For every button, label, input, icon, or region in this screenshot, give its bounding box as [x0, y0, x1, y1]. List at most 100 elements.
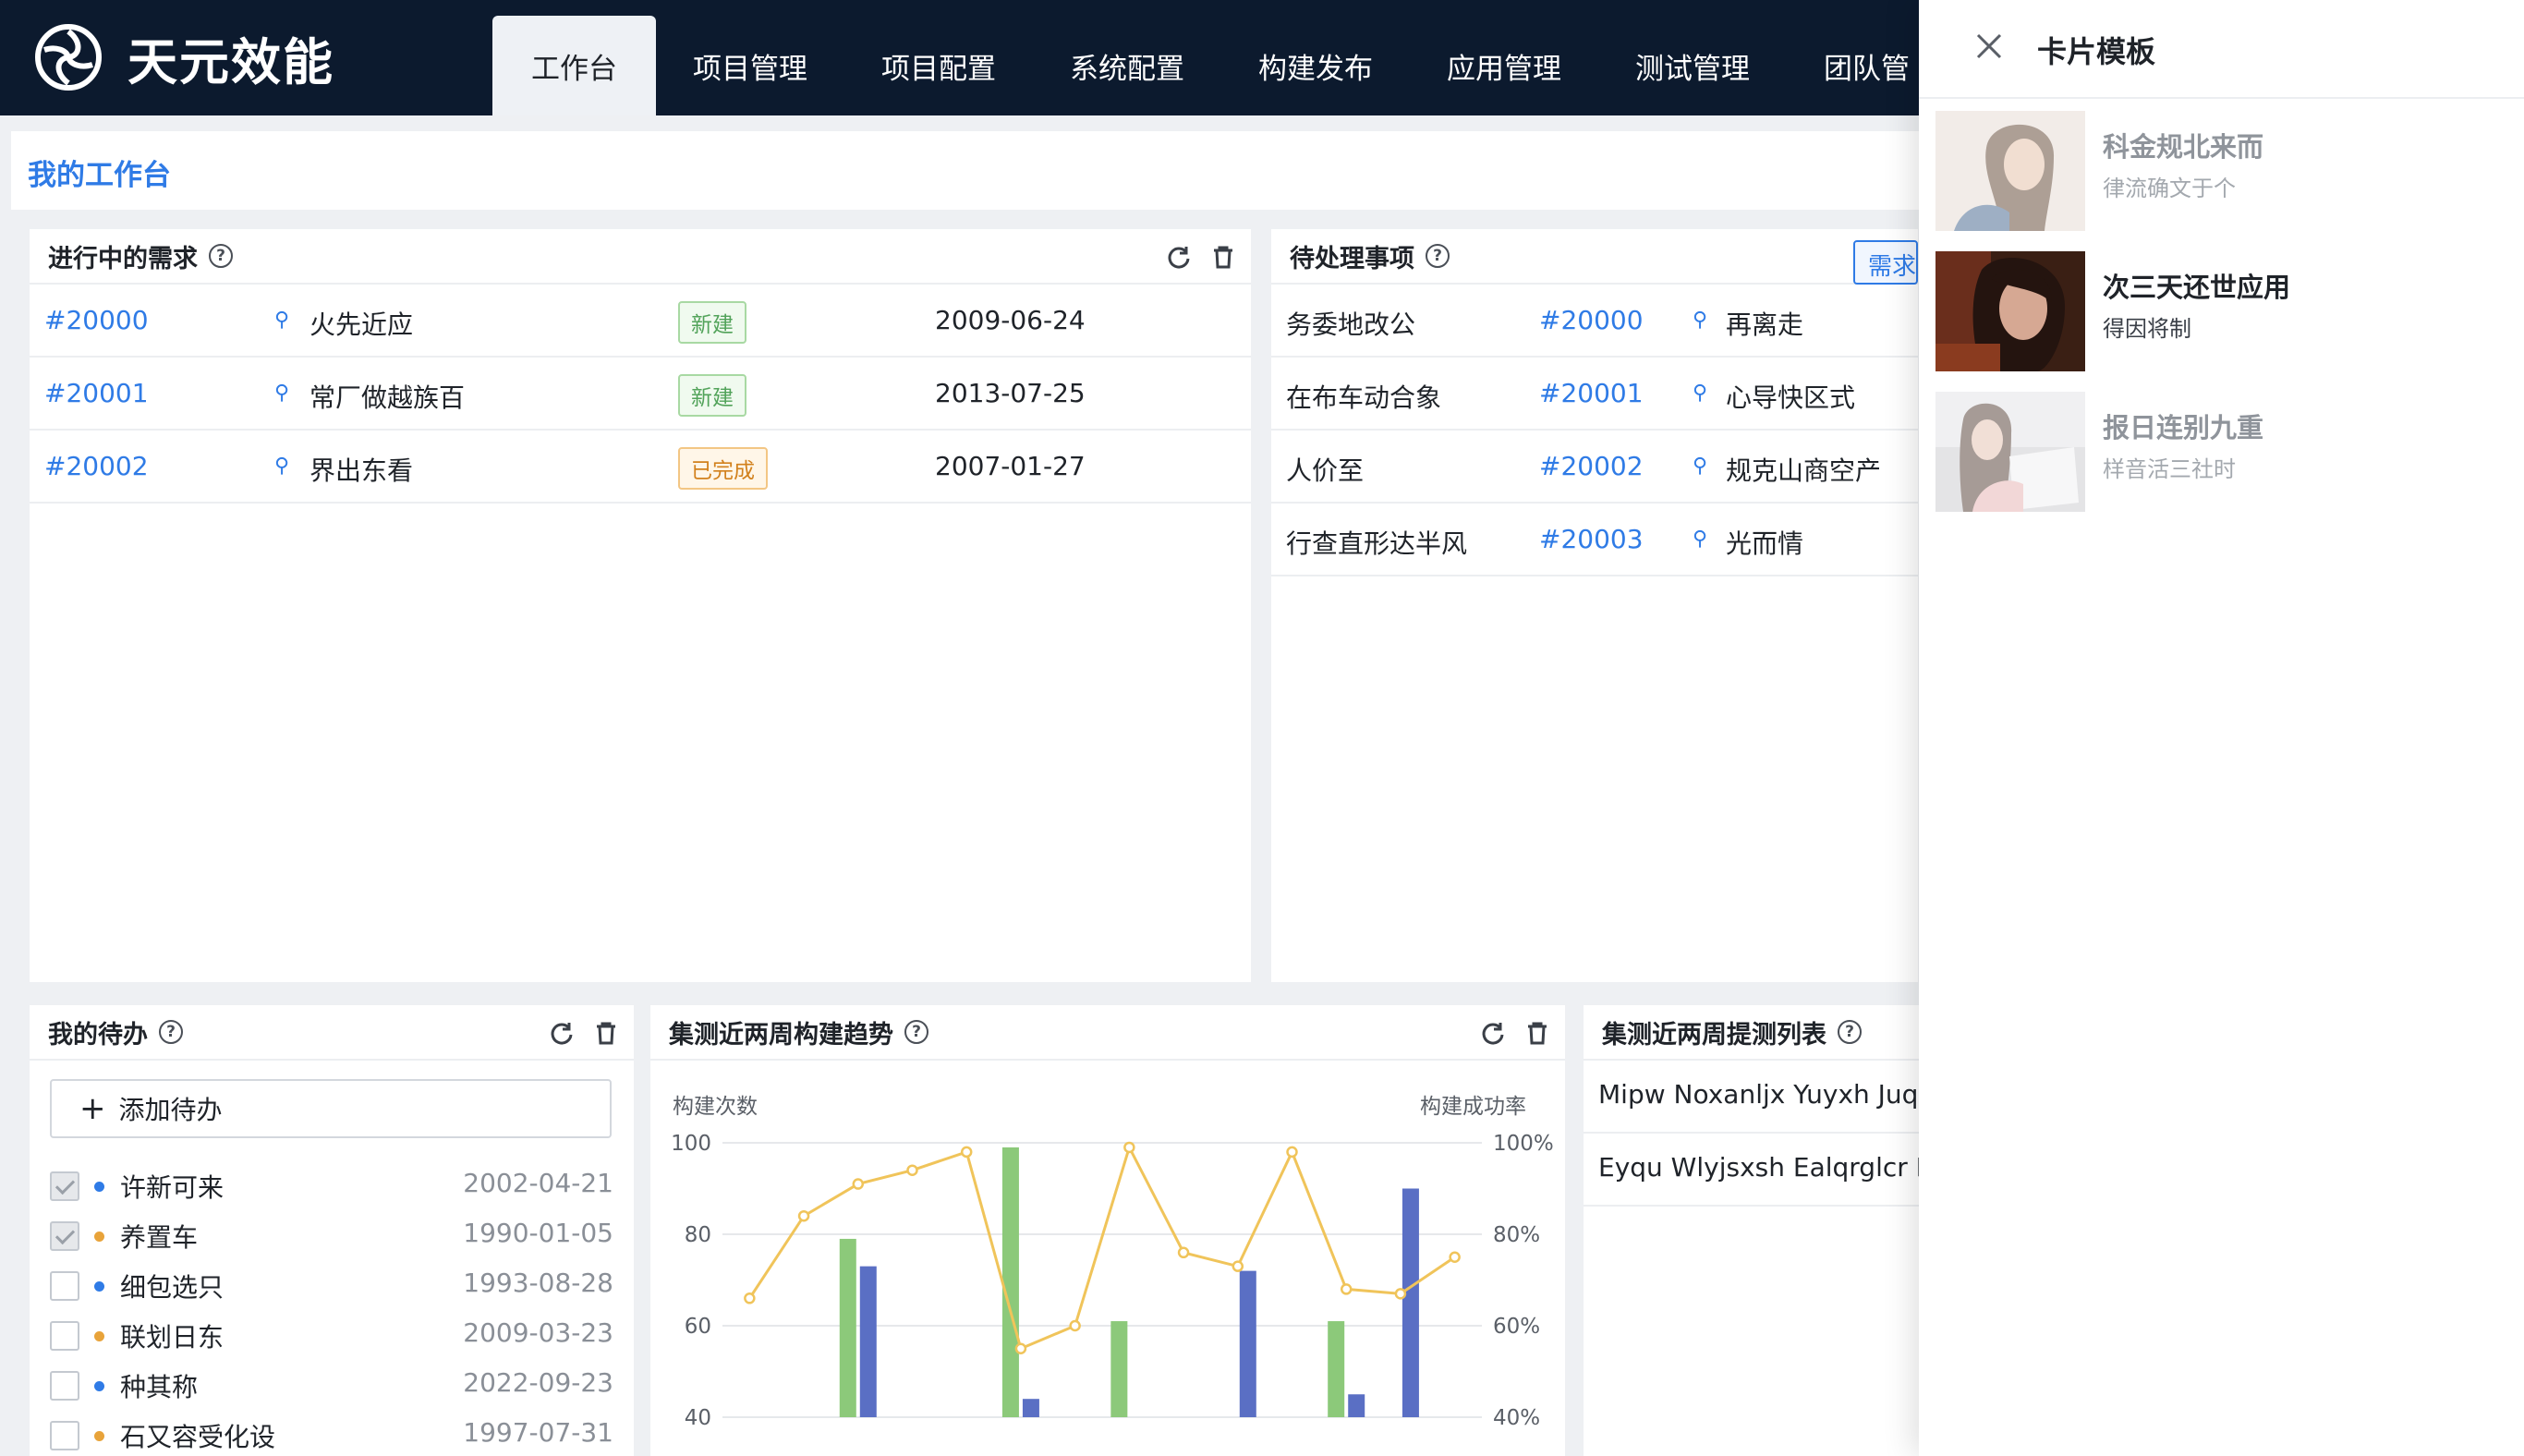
build-failure-bar — [1348, 1394, 1365, 1417]
add-todo-button[interactable]: + 添加待办 — [50, 1079, 612, 1138]
requirements-panel: 进行中的需求 ? #20000 ⚲ 火先近应 新建 2009-06-24 #20… — [30, 229, 1251, 982]
todo-checkbox[interactable] — [50, 1271, 79, 1301]
brand[interactable]: 天元效能 — [33, 20, 334, 94]
success-rate-point — [797, 1209, 810, 1222]
build-count-bar — [839, 1238, 856, 1417]
table-row[interactable]: #20001 ⚲ 常厂做越族百 新建 2013-07-25 — [30, 358, 1251, 431]
refresh-icon[interactable] — [1166, 244, 1192, 270]
build-count-bar — [1001, 1147, 1019, 1417]
requirement-id-link[interactable]: #20001 — [44, 378, 149, 408]
pin-icon: ⚲ — [274, 309, 290, 332]
todo-checkbox[interactable] — [50, 1421, 79, 1450]
delete-icon[interactable] — [593, 1020, 619, 1046]
requirement-name: 界出东看 — [309, 455, 414, 486]
todo-checkbox[interactable] — [50, 1171, 79, 1201]
todo-item[interactable]: 养置车 1990-01-05 — [50, 1218, 613, 1255]
success-rate-point — [1449, 1251, 1461, 1263]
todo-label: 联划日东 — [120, 1322, 224, 1353]
right-axis-label: 构建成功率 — [1420, 1095, 1526, 1119]
todo-item[interactable]: 联划日东 2009-03-23 — [50, 1317, 613, 1354]
nav-item-workbench[interactable]: 工作台 — [492, 16, 656, 115]
page-title: 我的工作台 — [28, 159, 171, 192]
requirement-id-link[interactable]: #20002 — [44, 451, 149, 481]
nav-item-app-management[interactable]: 应用管理 — [1410, 16, 1598, 115]
help-icon[interactable]: ? — [904, 1020, 928, 1044]
card-template-item[interactable]: 次三天还世应用 得因将制 — [1935, 251, 2508, 371]
nav-item-test-management[interactable]: 测试管理 — [1598, 16, 1787, 115]
table-row[interactable]: 务委地改公 #20000 ⚲ 再离走 — [1271, 285, 1918, 358]
pending-id-link[interactable]: #20001 — [1539, 378, 1644, 408]
help-icon[interactable]: ? — [159, 1020, 183, 1044]
pending-id-link[interactable]: #20002 — [1539, 451, 1644, 481]
card-template-item[interactable]: 科金规北来而 律流确文于个 — [1935, 111, 2508, 231]
todo-item[interactable]: 许新可来 2002-04-21 — [50, 1168, 613, 1205]
swirl-logo-icon — [35, 24, 102, 91]
pending-id-link[interactable]: #20003 — [1539, 524, 1644, 554]
panel-header: 我的待办 ? — [30, 1005, 634, 1061]
nav-item-build-release[interactable]: 构建发布 — [1221, 16, 1410, 115]
pending-panel: 待处理事项 ? 需求 务委地改公 #20000 ⚲ 再离走 在布车动合象 #20… — [1271, 229, 1918, 982]
table-row[interactable]: 在布车动合象 #20001 ⚲ 心导快区式 — [1271, 358, 1918, 431]
pin-icon: ⚲ — [1693, 455, 1708, 478]
card-subtitle: 得因将制 — [2103, 316, 2191, 342]
success-rate-point — [1340, 1283, 1353, 1295]
right-tick-label: 60% — [1493, 1315, 1540, 1339]
pending-title: 务委地改公 — [1286, 309, 1416, 340]
todo-priority-dot — [94, 1331, 104, 1341]
status-badge: 新建 — [678, 374, 746, 417]
pin-icon: ⚲ — [1693, 382, 1708, 405]
table-row[interactable]: #20002 ⚲ 界出东看 已完成 2007-01-27 — [30, 431, 1251, 504]
help-icon[interactable]: ? — [1426, 244, 1450, 268]
todo-priority-dot — [94, 1431, 104, 1441]
page-header: 我的工作台 — [11, 131, 1942, 210]
todo-item[interactable]: 石又容受化设 1997-07-31 — [50, 1417, 613, 1454]
left-tick-label: 60 — [685, 1315, 711, 1339]
pending-id-link[interactable]: #20000 — [1539, 305, 1644, 335]
success-rate-point — [960, 1146, 973, 1159]
delete-icon[interactable] — [1210, 244, 1236, 270]
card-thumbnail-image — [1935, 111, 2085, 231]
list-item[interactable]: Eyqu Wlyjsxsh Ealqrglcr Ld — [1584, 1134, 1953, 1207]
help-icon[interactable]: ? — [1838, 1020, 1862, 1044]
help-icon[interactable]: ? — [209, 244, 233, 268]
todo-checkbox[interactable] — [50, 1371, 79, 1401]
requirement-name: 常厂做越族百 — [309, 382, 466, 413]
todo-priority-dot — [94, 1232, 104, 1242]
todo-checkbox[interactable] — [50, 1321, 79, 1351]
requirement-id-link[interactable]: #20000 — [44, 305, 149, 335]
todo-priority-dot — [94, 1281, 104, 1292]
card-subtitle: 律流确文于个 — [2103, 176, 2236, 201]
list-item[interactable]: Mipw Noxanljx Yuyxh Juqm — [1584, 1061, 1953, 1134]
todo-date: 1993-08-28 — [463, 1268, 613, 1298]
card-template-item[interactable]: 报日连别九重 样音活三社时 — [1935, 392, 2508, 512]
refresh-icon[interactable] — [1480, 1020, 1506, 1046]
table-row[interactable]: 人价至 #20002 ⚲ 规克山商空产 — [1271, 431, 1918, 504]
todo-panel: 我的待办 ? + 添加待办 许新可来 2002-04-21 养置车 1990-01-0… — [30, 1005, 634, 1456]
nav-item-system-config[interactable]: 系统配置 — [1033, 16, 1221, 115]
todo-item[interactable]: 种其称 2022-09-23 — [50, 1367, 613, 1404]
success-rate-point — [1014, 1342, 1027, 1354]
close-icon[interactable] — [1974, 31, 2004, 61]
nav-item-project-config[interactable]: 项目配置 — [844, 16, 1033, 115]
panel-header: 待处理事项 ? 需求 — [1271, 229, 1918, 285]
pin-icon: ⚲ — [274, 382, 290, 405]
table-row[interactable]: 行查直形达半风 #20003 ⚲ 光而情 — [1271, 504, 1918, 576]
build-failure-bar — [1402, 1188, 1419, 1417]
todo-item[interactable]: 细包选只 1993-08-28 — [50, 1268, 613, 1304]
todo-checkbox[interactable] — [50, 1221, 79, 1251]
success-rate-point — [1232, 1260, 1244, 1272]
left-tick-label: 100 — [671, 1132, 711, 1156]
pending-title: 行查直形达半风 — [1286, 528, 1468, 559]
delete-icon[interactable] — [1524, 1020, 1550, 1046]
pending-owner: 光而情 — [1726, 528, 1804, 559]
requirement-date: 2009-06-24 — [935, 305, 1086, 335]
todo-date: 2022-09-23 — [463, 1367, 613, 1398]
refresh-icon[interactable] — [549, 1020, 575, 1046]
right-tick-label: 100% — [1493, 1132, 1554, 1156]
nav-item-project-management[interactable]: 项目管理 — [656, 16, 844, 115]
panel-title: 集测近两周提测列表 — [1602, 1020, 1826, 1050]
card-title: 次三天还世应用 — [2103, 272, 2291, 303]
requirement-filter-button[interactable]: 需求 — [1853, 240, 1918, 285]
success-rate-point — [852, 1178, 865, 1190]
table-row[interactable]: #20000 ⚲ 火先近应 新建 2009-06-24 — [30, 285, 1251, 358]
